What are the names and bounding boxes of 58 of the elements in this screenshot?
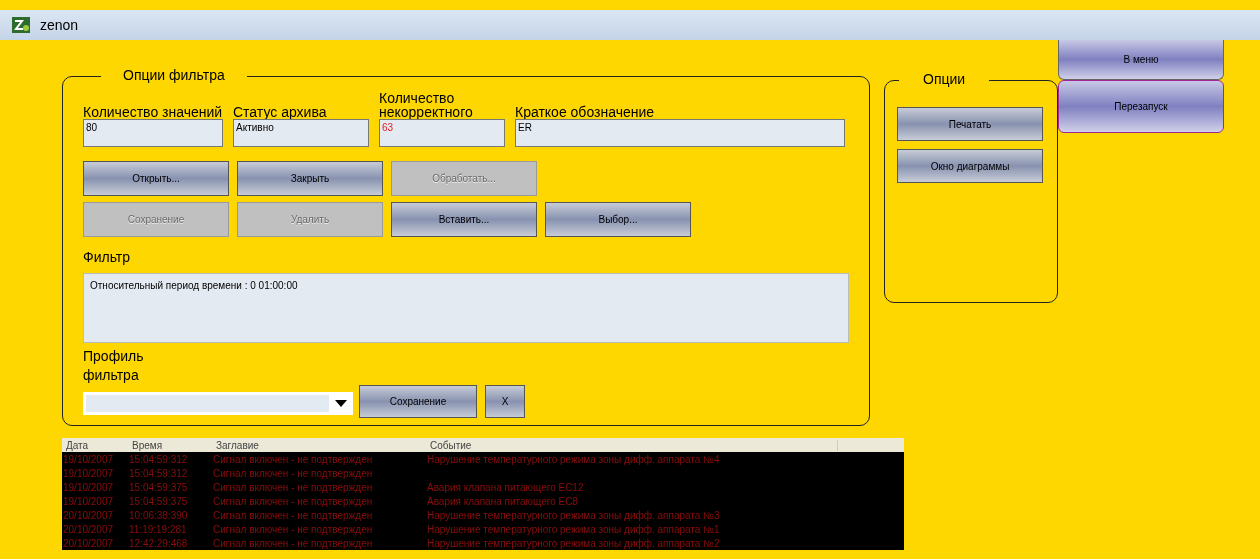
table-cell-text: 15:04:59:312 xyxy=(128,467,189,479)
option-button[interactable]: Печатать xyxy=(897,107,1043,141)
menu-button[interactable]: Перезапуск xyxy=(1058,80,1224,133)
table-cell-text: Сигнал включен - не подтвержден xyxy=(212,523,374,535)
clear-button[interactable]: X xyxy=(485,385,525,418)
table-cell-text: 12:42:29:468 xyxy=(128,537,189,549)
table-cell-text: Сигнал включен - не подтвержден xyxy=(212,495,374,507)
table-cell-text: 19/10/2007 xyxy=(62,481,115,493)
input-field[interactable]: ER xyxy=(515,119,845,147)
table-cell-text: 19/10/2007 xyxy=(62,467,115,479)
table-cell-text: Нарушение температурного режима зоны дифф. аппарата №2 xyxy=(426,537,721,549)
filter-label: Фильтр xyxy=(83,249,132,265)
table-cell-text: 19/10/2007 xyxy=(62,453,115,465)
column-header[interactable]: Заглавие xyxy=(212,439,426,451)
table-cell-text: Нарушение температурного режима зоны дифф. аппарата №4 xyxy=(426,453,721,465)
table-cell-text: 15:04:59:375 xyxy=(128,481,189,493)
table-cell-text: Нарушение температурного режима зоны дифф. аппарата №3 xyxy=(426,509,721,521)
column-header[interactable]: Дата xyxy=(62,439,128,451)
filter-text-area[interactable]: Относительный период времени : 0 01:00:00 xyxy=(83,273,849,343)
column-header[interactable]: Время xyxy=(128,439,212,451)
profile-dropdown[interactable] xyxy=(83,392,353,415)
profile-label: Профиль фильтра xyxy=(83,347,145,385)
table-cell-text: Сигнал включен - не подтвержден xyxy=(212,453,374,465)
menu-button[interactable]: В меню xyxy=(1058,40,1224,80)
table-cell-text: Авария клапана питающего ЕС12 xyxy=(426,481,585,493)
table-cell-text: 20/10/2007 xyxy=(62,523,115,535)
table-cell-text: Нарушение температурного режима зоны дифф. аппарата №1 xyxy=(426,523,721,535)
input-field[interactable]: 80 xyxy=(83,119,223,147)
input-field[interactable]: Активно xyxy=(233,119,369,147)
table-cell-text: 10:06:38:390 xyxy=(128,509,189,521)
table-cell-text: 20/10/2007 xyxy=(62,537,115,549)
table-cell-text: 15:04:59:312 xyxy=(128,453,189,465)
table-cell-text: Сигнал включен - не подтвержден xyxy=(212,509,374,521)
panel-title: Опции xyxy=(899,71,990,87)
app-logo-icon xyxy=(12,17,30,33)
field-label: Количество некорректного xyxy=(379,91,474,119)
action-button[interactable]: Вставить... xyxy=(391,202,537,237)
input-field[interactable]: 63 xyxy=(379,119,505,147)
panel-title: Опции фильтра xyxy=(101,67,247,83)
action-button[interactable]: Выбор... xyxy=(545,202,691,237)
table-cell-text: Сигнал включен - не подтвержден xyxy=(212,537,374,549)
field-label: Количество значений xyxy=(83,103,223,119)
field-label: Статус архива xyxy=(233,103,328,119)
column-header[interactable]: Событие xyxy=(426,439,838,451)
table-cell-text: Сигнал включен - не подтвержден xyxy=(212,481,374,493)
table-cell-text: 15:04:59:375 xyxy=(128,495,189,507)
dropdown-arrow-icon xyxy=(335,400,347,407)
window-title: zenon xyxy=(40,17,79,33)
table-cell-text: Сигнал включен - не подтвержден xyxy=(212,467,374,479)
table-cell-text: 20/10/2007 xyxy=(62,509,115,521)
option-button[interactable]: Окно диаграммы xyxy=(897,149,1043,183)
table-cell-text: Авария клапана питающего ЕС8 xyxy=(426,495,579,507)
table-cell-text: 11:19:19:281 xyxy=(128,523,188,535)
save-button[interactable]: Сохранение xyxy=(359,385,477,418)
field-label: Краткое обозначение xyxy=(515,103,656,119)
action-button[interactable]: Открыть... xyxy=(83,161,229,196)
table-cell-text: 19/10/2007 xyxy=(62,495,115,507)
action-button[interactable]: Закрыть xyxy=(237,161,383,196)
